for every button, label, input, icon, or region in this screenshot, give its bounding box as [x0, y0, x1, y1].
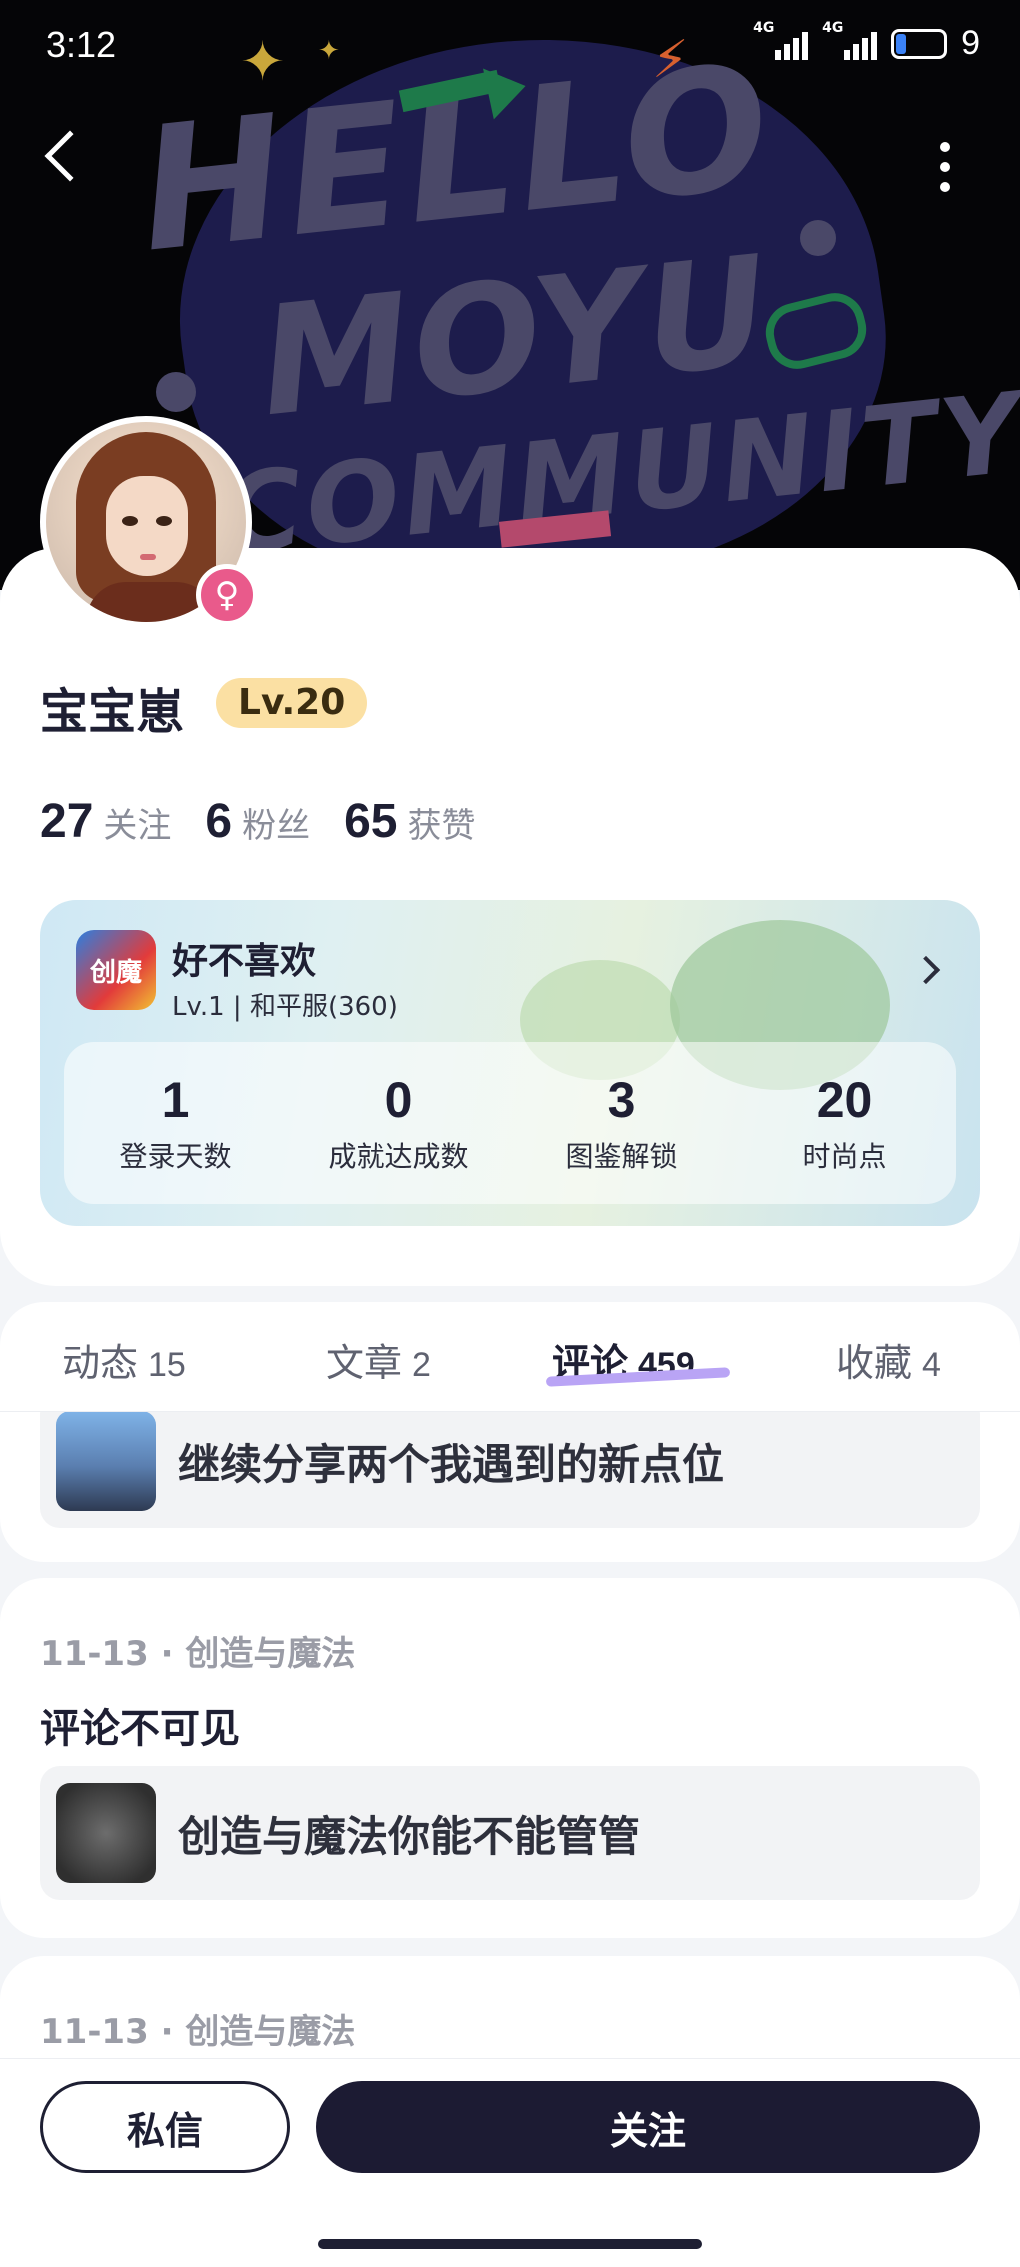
battery-icon — [891, 28, 948, 59]
signal-icon: 4G — [822, 20, 878, 60]
game-stat-value: 0 — [384, 1072, 413, 1128]
username: 宝宝崽 — [40, 684, 185, 740]
status-icons: 4G 4G 9 — [753, 20, 980, 63]
game-stat: 3 图鉴解锁 — [510, 1042, 733, 1204]
game-stat-label: 时尚点 — [802, 1140, 887, 1173]
comment-meta: 11-13 · 创造与魔法 — [40, 2012, 356, 2052]
tab-label: 动态 — [62, 1341, 139, 1385]
network-type: 4G — [822, 19, 844, 36]
comment-text: 评论不可见 — [40, 1706, 240, 1752]
comment-meta: 11-13 · 创造与魔法 — [40, 1634, 356, 1674]
quoted-post-title: 继续分享两个我遇到的新点位 — [178, 1439, 725, 1489]
post-thumbnail — [56, 1783, 156, 1883]
stat-value: 6 — [205, 795, 233, 848]
level-badge: Lv.20 — [216, 678, 368, 728]
game-stat-label: 图鉴解锁 — [565, 1140, 678, 1173]
profile-card: 创魔 好不喜欢 Lv.1 | 和平服(360) 1 登录天数 0 成就达成数 3… — [0, 548, 1020, 1286]
bottom-action-bar: 私信 关注 — [0, 2058, 1020, 2267]
stat-value: 27 — [40, 795, 94, 848]
comment-card[interactable]: 11-13 · 创造与魔法 评论不可见 创造与魔法你能不能管管 — [0, 1578, 1020, 1938]
tab-label: 文章 — [326, 1341, 403, 1385]
game-stat-value: 3 — [607, 1072, 636, 1128]
game-stat-label: 成就达成数 — [328, 1140, 469, 1173]
more-icon[interactable] — [938, 142, 952, 192]
tab-posts[interactable]: 动态 15 — [62, 1332, 186, 1387]
game-stat: 1 登录天数 — [64, 1042, 287, 1204]
signal-icon: 4G — [753, 20, 809, 60]
home-indicator — [318, 2239, 702, 2249]
tab-label: 收藏 — [836, 1341, 913, 1385]
stat-following[interactable]: 27 关注 — [40, 794, 171, 849]
tab-count: 15 — [148, 1346, 186, 1384]
stat-likes[interactable]: 65 获赞 — [344, 794, 475, 849]
profile-tabs: 动态 15 文章 2 评论 459 收藏 4 — [0, 1302, 1020, 1412]
banner-dot — [800, 220, 836, 256]
network-type: 4G — [753, 19, 775, 36]
tab-count: 2 — [412, 1346, 431, 1384]
stat-value: 65 — [344, 795, 398, 848]
quoted-post[interactable]: 继续分享两个我遇到的新点位 — [40, 1394, 980, 1528]
game-stat-label: 登录天数 — [119, 1140, 232, 1173]
stat-followers[interactable]: 6 粉丝 — [205, 794, 310, 849]
stat-label: 关注 — [103, 806, 172, 846]
game-stat-value: 1 — [161, 1072, 190, 1128]
battery-level: 9 — [961, 24, 980, 62]
stat-label: 获赞 — [407, 806, 476, 846]
tab-favorites[interactable]: 收藏 4 — [836, 1332, 941, 1387]
tab-articles[interactable]: 文章 2 — [326, 1332, 431, 1387]
female-icon: ♀ — [196, 564, 258, 626]
status-bar: 3:12 4G 4G 9 — [0, 0, 1020, 90]
message-button[interactable]: 私信 — [40, 2081, 290, 2173]
game-stats: 1 登录天数 0 成就达成数 3 图鉴解锁 20 时尚点 — [64, 1042, 956, 1204]
banner-dot — [156, 372, 196, 412]
follow-button[interactable]: 关注 — [316, 2081, 980, 2173]
quoted-post-title: 创造与魔法你能不能管管 — [178, 1811, 641, 1861]
game-character-name: 好不喜欢 — [172, 941, 317, 982]
game-stat: 20 时尚点 — [733, 1042, 956, 1204]
game-stat: 0 成就达成数 — [287, 1042, 510, 1204]
post-thumbnail — [56, 1411, 156, 1511]
tab-count: 4 — [922, 1346, 941, 1384]
quoted-post[interactable]: 创造与魔法你能不能管管 — [40, 1766, 980, 1900]
game-card[interactable]: 创魔 好不喜欢 Lv.1 | 和平服(360) 1 登录天数 0 成就达成数 3… — [40, 900, 980, 1226]
game-stat-value: 20 — [816, 1072, 873, 1128]
game-icon: 创魔 — [76, 930, 156, 1010]
game-character-info: Lv.1 | 和平服(360) — [172, 992, 398, 1022]
stat-label: 粉丝 — [242, 806, 311, 846]
status-time: 3:12 — [46, 24, 117, 65]
chevron-right-icon[interactable] — [911, 955, 941, 985]
profile-stats: 27 关注 6 粉丝 65 获赞 — [40, 794, 509, 849]
